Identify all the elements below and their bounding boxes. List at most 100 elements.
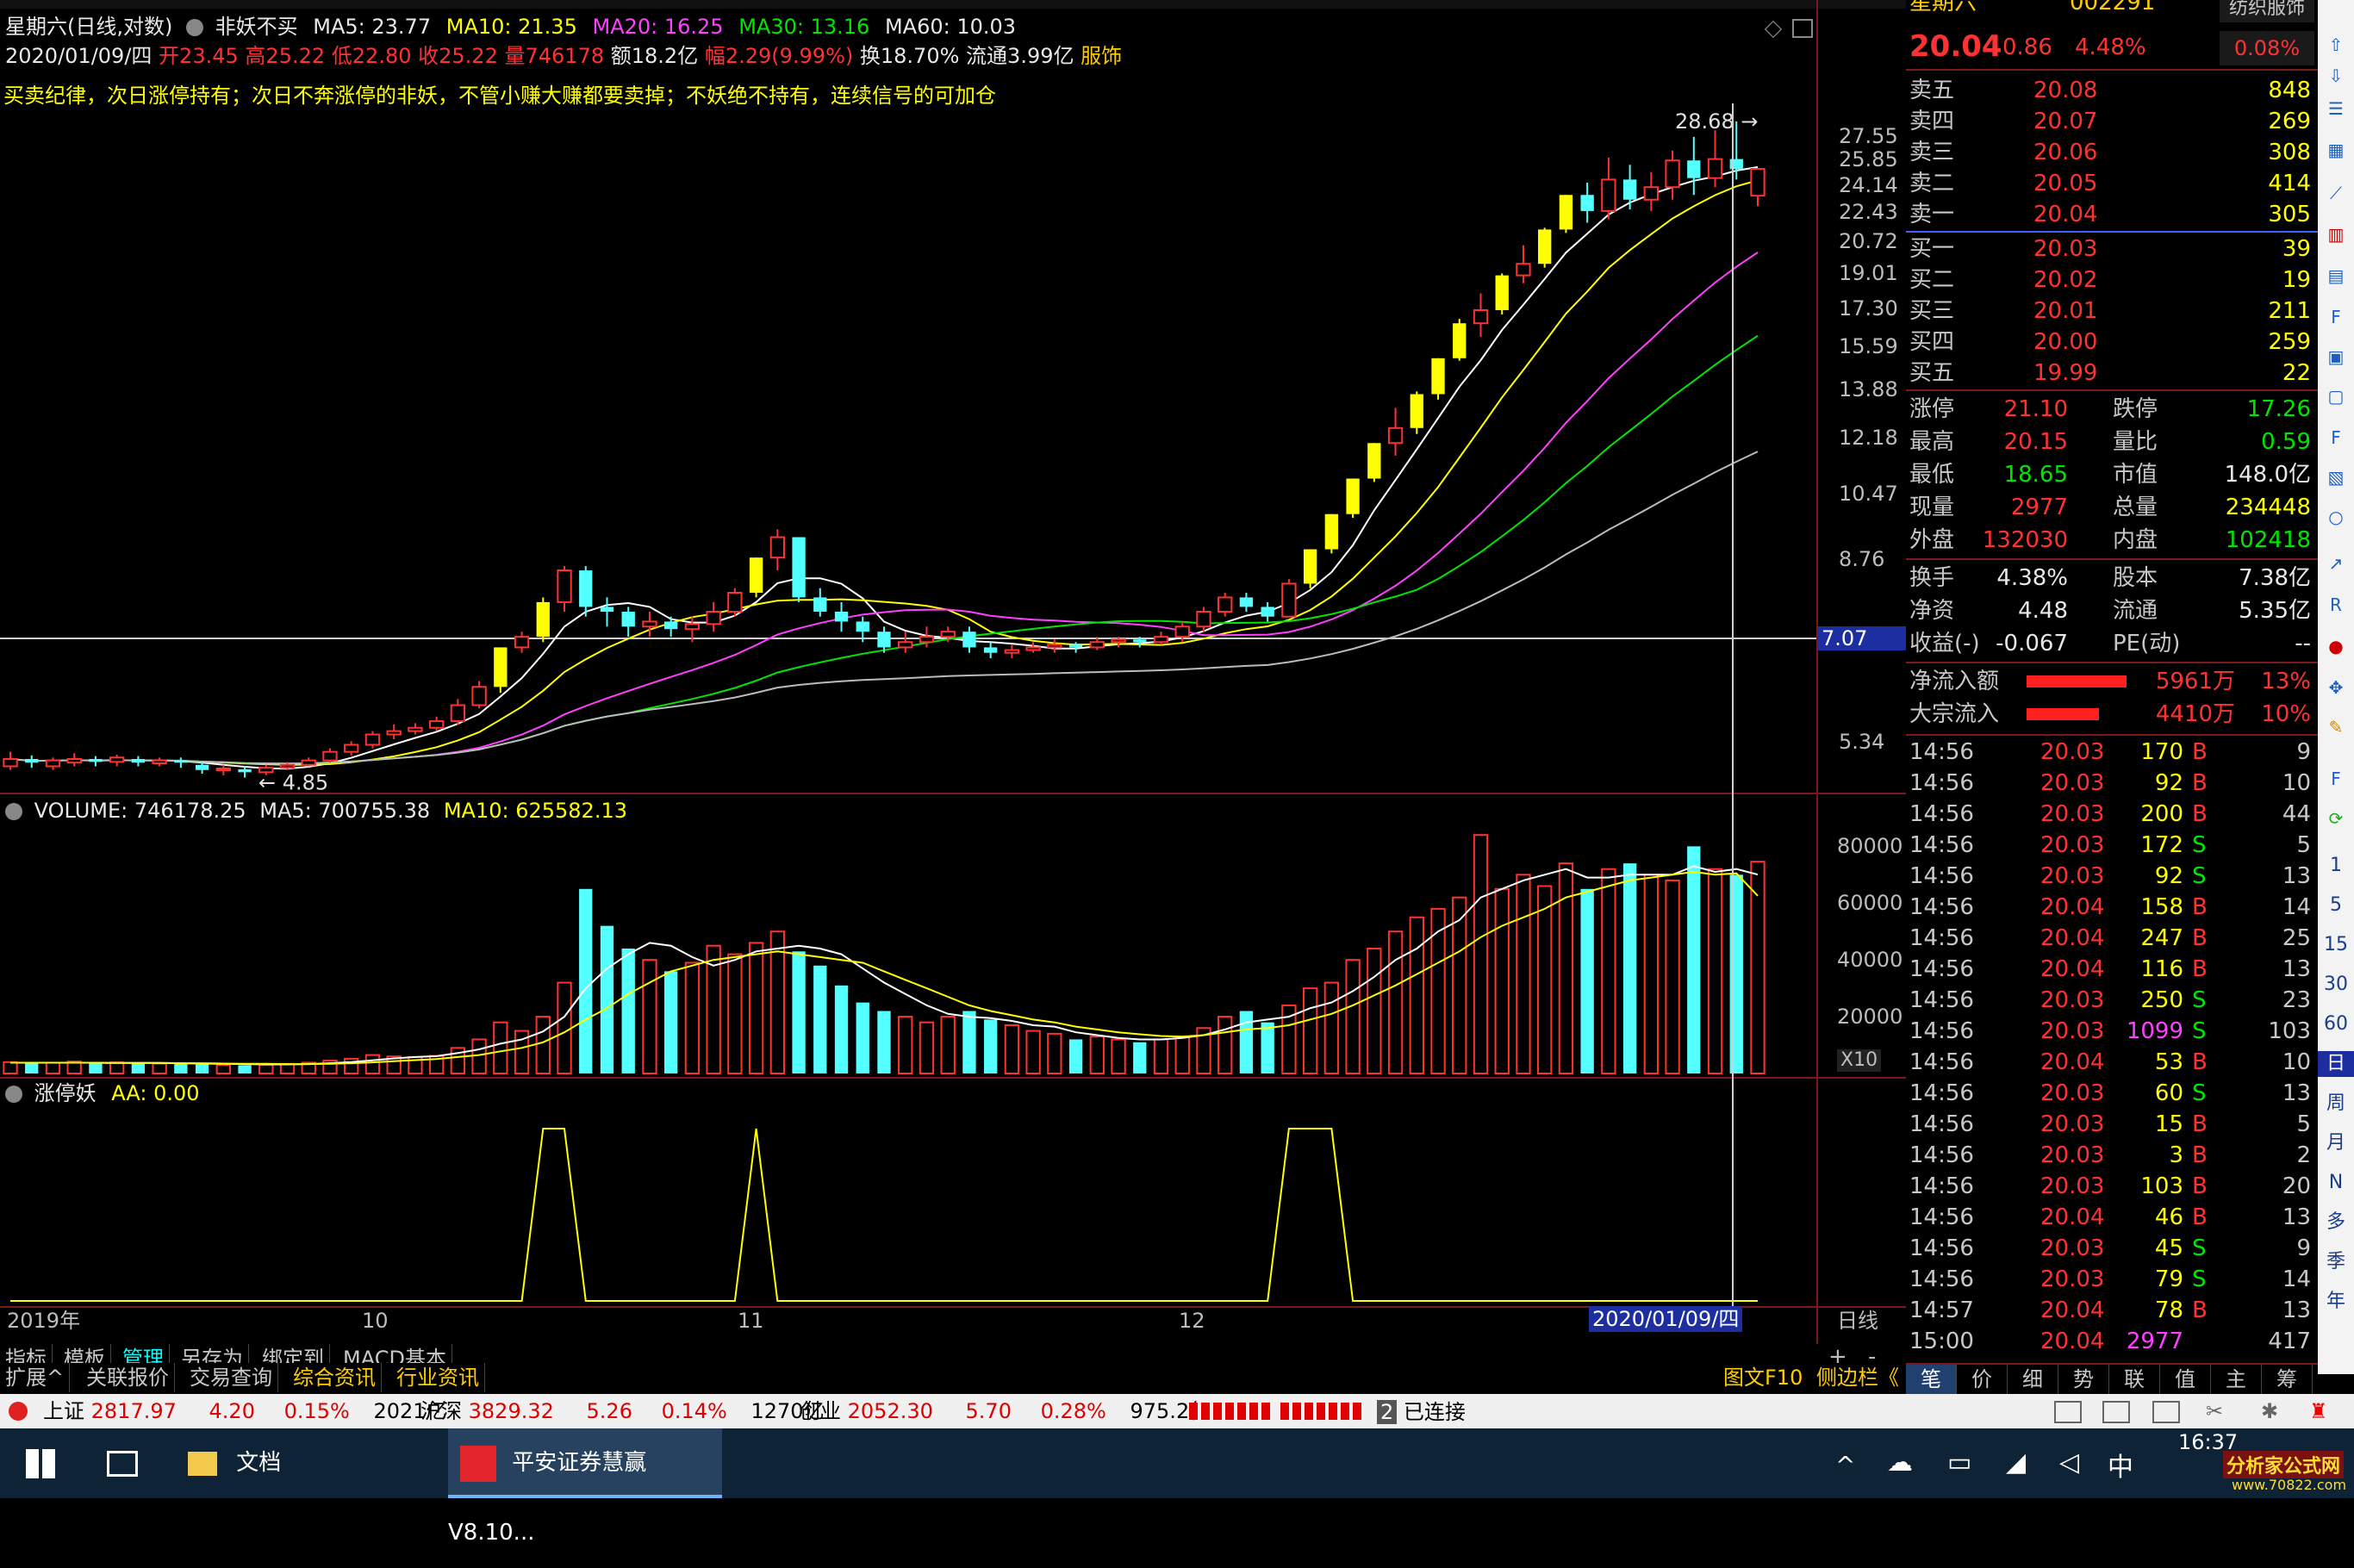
candle: [1453, 319, 1467, 361]
mail-icon[interactable]: [2054, 1401, 2082, 1423]
circle-icon[interactable]: ○: [2324, 505, 2348, 529]
ime-indicator[interactable]: 中: [2108, 1446, 2133, 1484]
price-chart[interactable]: 28.68 → ← 4.85: [0, 103, 1816, 793]
industry-badge[interactable]: 纺织服饰: [2220, 0, 2314, 22]
move-icon[interactable]: ✥: [2324, 675, 2348, 700]
stock-list-icon[interactable]: ☰: [2324, 96, 2348, 121]
candle: [322, 748, 338, 763]
r-icon[interactable]: R: [2324, 593, 2348, 617]
ask-volume: 305: [2268, 202, 2311, 227]
info-icon[interactable]: ▣: [2324, 345, 2348, 369]
report-icon[interactable]: ▤: [2324, 264, 2348, 288]
taskbar-app[interactable]: 平安证券慧赢V8.10...: [448, 1428, 722, 1546]
panel-tab[interactable]: 细: [2008, 1365, 2058, 1394]
f12-icon[interactable]: F: [2324, 426, 2348, 450]
pencil-icon[interactable]: ✎: [2324, 715, 2348, 739]
news-icon[interactable]: ▧: [2324, 465, 2348, 489]
period-button[interactable]: 月: [2318, 1130, 2354, 1156]
refresh-icon[interactable]: ⟳: [2324, 806, 2348, 831]
formula-name[interactable]: 非妖不买: [215, 15, 298, 39]
panel-tab[interactable]: 势: [2058, 1365, 2109, 1394]
bid-volume: 39: [2282, 236, 2311, 262]
volume-chart[interactable]: [0, 824, 1816, 1075]
period-button[interactable]: 5: [2318, 893, 2354, 918]
panel-tab[interactable]: 筹: [2262, 1365, 2313, 1394]
grid-icon[interactable]: ▦: [2324, 138, 2348, 162]
period-button[interactable]: 年: [2318, 1289, 2354, 1315]
bid-label: 买一: [1909, 236, 1955, 262]
settings-icon[interactable]: ✱: [2261, 1399, 2278, 1423]
network-icon[interactable]: ◢: [2006, 1447, 2026, 1478]
period-button[interactable]: 多: [2318, 1210, 2354, 1235]
index-sz[interactable]: 沪深 3829.32 5.26 0.14% 1270亿: [420, 1397, 825, 1425]
panel-tab[interactable]: 价: [1957, 1365, 2008, 1394]
windows-taskbar: 文档 平安证券慧赢V8.10... ^ ☁ ▭ ◢ ◁ 中 16:37 分析家公…: [0, 1428, 2354, 1546]
f10-link[interactable]: 图文F10: [1723, 1363, 1803, 1392]
period-button[interactable]: 1: [2318, 853, 2354, 879]
flow-pct: 13%: [2261, 669, 2311, 694]
formula-toggle-icon[interactable]: [186, 19, 203, 36]
period-button[interactable]: 15: [2318, 932, 2354, 958]
chevron-up-icon[interactable]: ^: [1835, 1451, 1855, 1479]
bell-icon[interactable]: ♜: [2309, 1399, 2328, 1423]
sidebar-toggle[interactable]: 侧边栏《: [1816, 1363, 1899, 1392]
volume-bar: [1707, 868, 1723, 1074]
ext-tab-2[interactable]: 交易查询: [184, 1363, 278, 1392]
stat-value: 21.10: [2003, 396, 2068, 422]
volume-bar: [1516, 874, 1531, 1075]
tools-icon[interactable]: ✂: [2206, 1399, 2223, 1423]
volume-header: VOLUME: 746178.25 MA5: 700755.38 MA10: 6…: [5, 798, 627, 824]
period-button[interactable]: 30: [2318, 972, 2354, 998]
indicator-chart[interactable]: [0, 1106, 1816, 1306]
period-menu[interactable]: [0, 0, 1906, 9]
calendar-icon[interactable]: [2102, 1401, 2130, 1423]
period-button[interactable]: 季: [2318, 1249, 2354, 1275]
volume-icon[interactable]: ◁: [2059, 1447, 2079, 1478]
f10-icon[interactable]: F: [2324, 305, 2348, 329]
window-icon[interactable]: [1792, 19, 1813, 38]
monitor-icon[interactable]: [2152, 1401, 2180, 1423]
down-arrow-icon[interactable]: ⇩: [2324, 64, 2348, 88]
ratio-badge: 0.08%: [2220, 31, 2314, 65]
chart-area[interactable]: 星期六(日线,对数) 非妖不买 MA5: 23.77 MA10: 21.35 M…: [0, 0, 1908, 1348]
sector-link[interactable]: 服饰: [1080, 44, 1122, 68]
panel-tab[interactable]: 联: [2109, 1365, 2160, 1394]
diamond-icon[interactable]: [1764, 20, 1783, 39]
connection-status: 2 已连接: [1377, 1399, 1466, 1425]
task-view-icon[interactable]: [107, 1451, 138, 1477]
candle: [898, 632, 913, 653]
candle-chart-icon[interactable]: ▥: [2324, 222, 2348, 246]
up-arrow-icon[interactable]: ⇧: [2324, 33, 2348, 57]
trend-icon[interactable]: ↗: [2324, 551, 2348, 576]
ext-tab-1[interactable]: 关联报价: [81, 1363, 175, 1392]
ext-tab-0[interactable]: 扩展^: [0, 1363, 71, 1392]
windows-start-icon[interactable]: [26, 1449, 55, 1478]
period-button[interactable]: 日: [2318, 1051, 2354, 1077]
index-sh[interactable]: 上证 2817.97 4.20 0.15% 2021亿: [43, 1397, 447, 1425]
document-icon[interactable]: ▢: [2324, 384, 2348, 408]
panel-tab[interactable]: 值: [2160, 1365, 2211, 1394]
period-button[interactable]: 60: [2318, 1011, 2354, 1037]
panel-tab[interactable]: 主: [2211, 1365, 2262, 1394]
ask-price: 20.08: [2033, 78, 2098, 103]
alert-icon[interactable]: ●: [2324, 634, 2348, 658]
volume-toggle-icon[interactable]: [5, 803, 22, 820]
indicator-toggle-icon[interactable]: [5, 1086, 22, 1103]
wechat-icon[interactable]: ☁: [1887, 1447, 1913, 1478]
panel-tab[interactable]: 笔: [1906, 1365, 1957, 1394]
ext-tab-3[interactable]: 综合资讯: [288, 1363, 382, 1392]
period-button[interactable]: 周: [2318, 1091, 2354, 1117]
battery-icon[interactable]: ▭: [1947, 1447, 1971, 1478]
tick-row: 15:00 20.04 2977 417: [1906, 1327, 2318, 1356]
ext-tab-4[interactable]: 行业资讯: [391, 1363, 485, 1392]
taskbar-folder[interactable]: 文档: [188, 1428, 281, 1498]
stat-label: 流通: [2113, 598, 2158, 624]
f5-icon[interactable]: F: [2324, 767, 2348, 791]
period-button[interactable]: N: [2318, 1170, 2354, 1196]
indicator-name[interactable]: 涨停妖: [34, 1081, 97, 1105]
market-alert-icon[interactable]: [9, 1402, 28, 1421]
tick-count: 13: [2282, 956, 2311, 982]
index-cy[interactable]: 创业 2052.30 5.70 0.28% 975.2亿: [800, 1397, 1210, 1425]
volume-bar: [1452, 896, 1467, 1074]
line-chart-icon[interactable]: ⟋: [2324, 181, 2348, 205]
